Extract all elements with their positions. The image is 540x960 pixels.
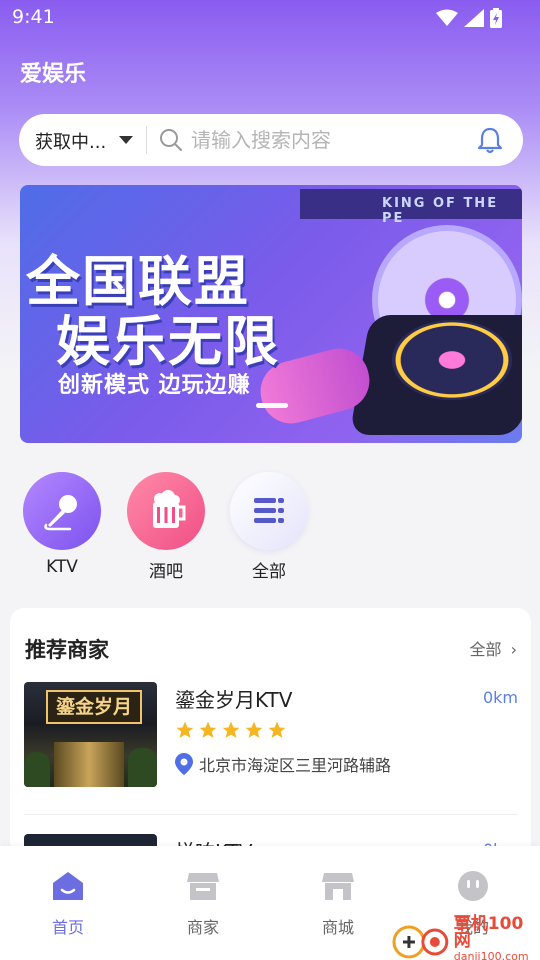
store-sign: 鎏金岁月: [46, 690, 142, 724]
category-label: KTV: [46, 557, 78, 577]
banner-top-text: KING OF THE PE: [382, 196, 499, 226]
star-icon: [268, 721, 286, 738]
tab-label: 商家: [186, 918, 219, 937]
search-bar: 获取中...: [19, 114, 523, 166]
divider: [146, 126, 147, 154]
tab-mall[interactable]: 商城: [298, 870, 378, 938]
store-photo: 鎏金岁月: [24, 682, 157, 787]
rating-stars: [175, 720, 287, 740]
watermark-logo-icon: [392, 925, 449, 958]
banner-top-strip: KING OF THE PE: [300, 189, 522, 226]
tab-home[interactable]: 首页: [28, 870, 108, 938]
carousel-indicator: [256, 403, 288, 408]
profile-icon: [458, 871, 488, 901]
tab-merchants[interactable]: 商家: [163, 870, 243, 938]
tree-graphic: [24, 752, 50, 787]
tab-label: 商城: [321, 918, 354, 937]
app-title: 爱娱乐: [20, 62, 87, 87]
tree-graphic: [128, 748, 157, 787]
banner-subtitle: 创新模式 边玩边赚: [58, 373, 251, 398]
category-icon-bg: [230, 472, 308, 550]
bell-icon[interactable]: [477, 126, 503, 154]
search-input[interactable]: [191, 125, 441, 155]
chevron-right-icon: ›: [510, 640, 517, 659]
category-icon-bg: [23, 472, 101, 550]
section-title: 推荐商家: [25, 638, 109, 662]
home-icon: [53, 872, 83, 900]
category-ktv[interactable]: KTV: [22, 472, 102, 577]
category-label: 酒吧: [149, 562, 183, 582]
signal-icon: [464, 9, 484, 27]
status-icons: [436, 8, 502, 28]
beer-icon: [153, 490, 186, 528]
category-grid: KTV 酒吧 全部: [0, 472, 540, 582]
promo-banner[interactable]: KING OF THE PE 全国联盟 娱乐无限 创新模式 边玩边赚: [20, 185, 522, 443]
location-pin-icon: [175, 753, 193, 775]
category-label: 全部: [252, 562, 286, 582]
category-bar[interactable]: 酒吧: [126, 472, 206, 582]
watermark-url: danji100.com: [453, 950, 529, 960]
wifi-icon: [436, 9, 458, 26]
store-address-text: 北京市海淀区三里河路辅路: [199, 756, 392, 775]
store-name: 鎏金岁月KTV: [175, 688, 293, 712]
list-icon: [254, 498, 284, 523]
category-all[interactable]: 全部: [229, 472, 309, 582]
store-distance: 0km: [482, 688, 518, 707]
caret-down-icon[interactable]: [119, 136, 133, 144]
location-selector[interactable]: 获取中...: [35, 128, 106, 154]
microphone-icon: [44, 495, 77, 531]
watermark-text: 覃机100网: [453, 914, 524, 951]
banner-headline-2: 娱乐无限: [56, 310, 280, 373]
status-bar: 9:41: [0, 0, 540, 36]
star-icon: [199, 721, 217, 738]
watermark: 覃机100网 danji100.com: [392, 916, 540, 960]
store-card[interactable]: 鎏金岁月 鎏金岁月KTV 0km 北京市海淀区三里河路辅路: [24, 682, 518, 792]
star-icon: [176, 721, 194, 738]
status-time: 9:41: [12, 6, 55, 28]
star-icon: [222, 721, 240, 738]
turntable-platter-graphic: [392, 320, 512, 400]
view-all-label: 全部: [469, 640, 502, 659]
store-icon: [187, 873, 219, 900]
battery-icon: [490, 8, 502, 28]
divider: [24, 814, 518, 815]
search-icon: [160, 129, 182, 151]
watermark-text-group: 覃机100网 danji100.com: [454, 916, 540, 960]
store-entrance-graphic: [54, 742, 124, 787]
category-icon-bg: [127, 472, 205, 550]
star-icon: [245, 721, 263, 738]
store-address: 北京市海淀区三里河路辅路: [175, 752, 391, 776]
mall-icon: [322, 873, 354, 900]
view-all-link[interactable]: 全部 ›: [469, 636, 517, 660]
tab-label: 首页: [51, 918, 84, 937]
